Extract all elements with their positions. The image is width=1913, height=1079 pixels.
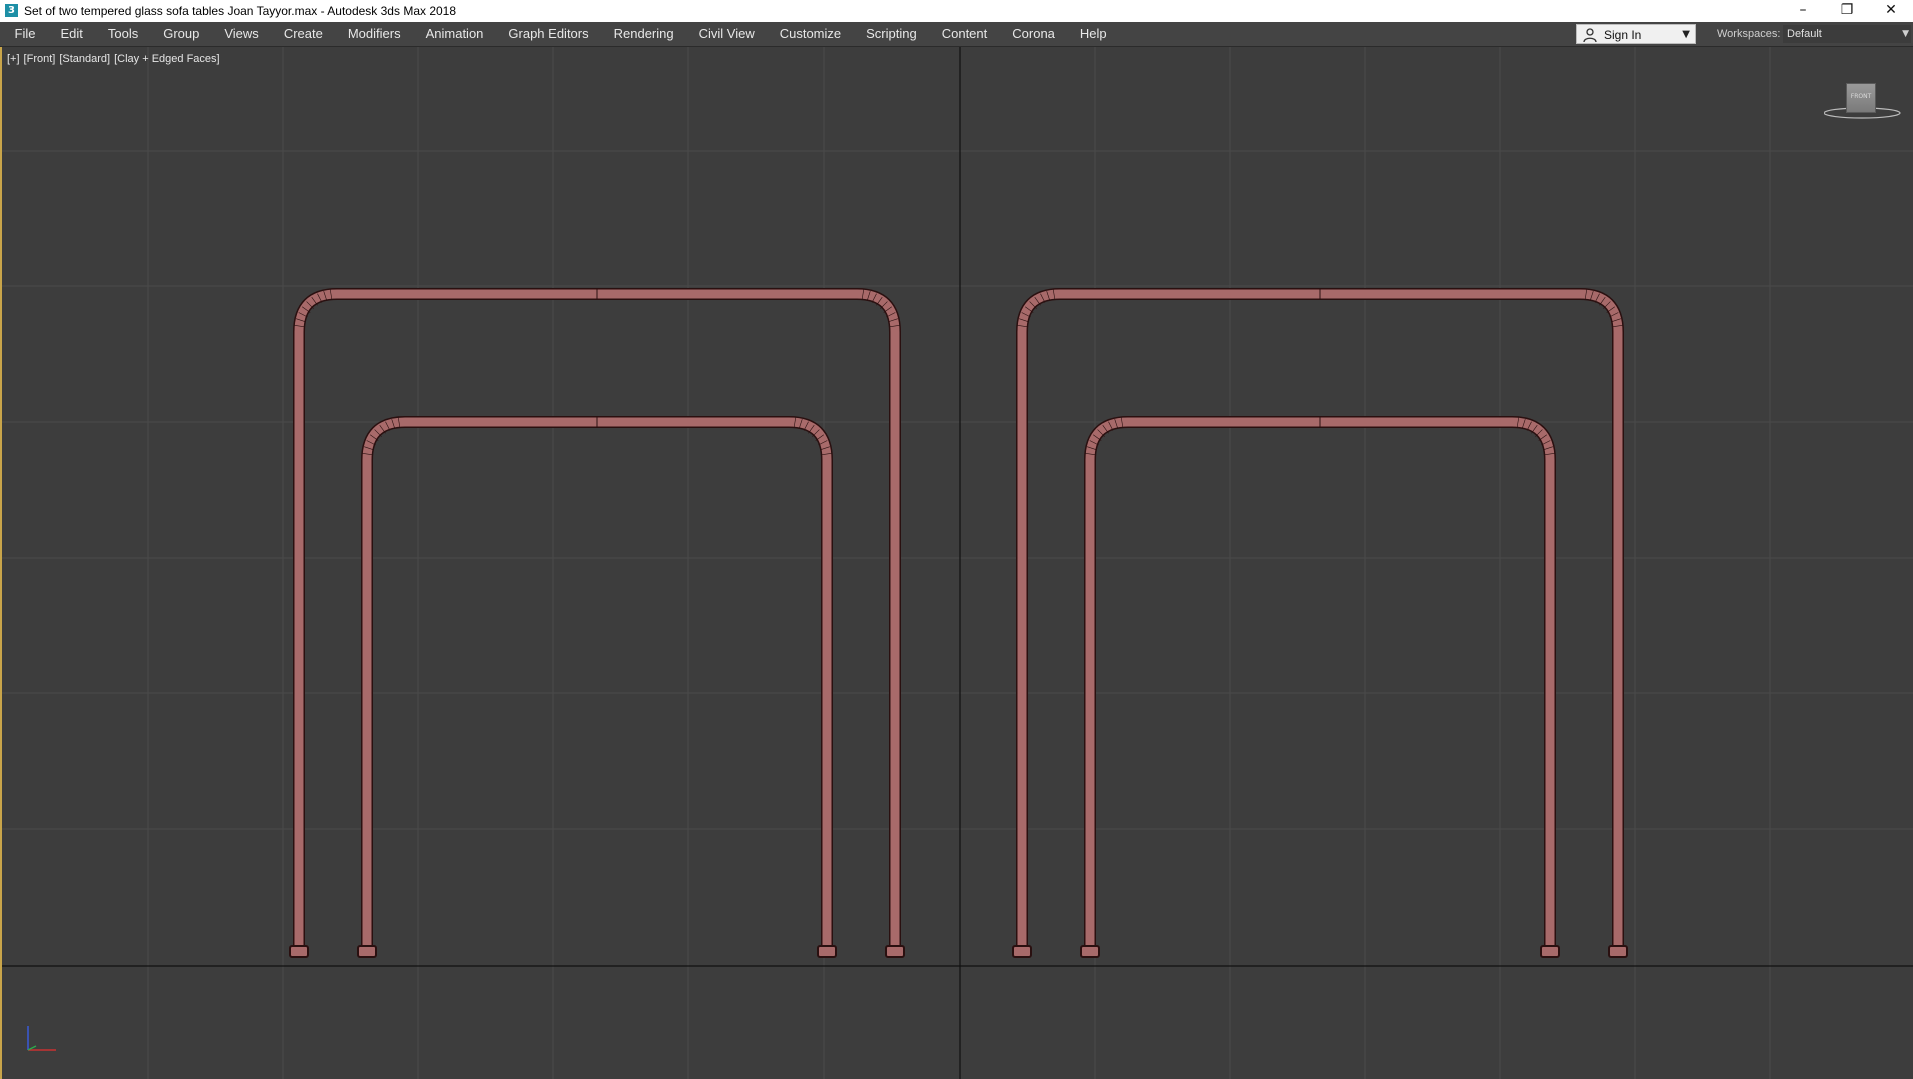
viewcube[interactable]: FRONT [1824, 81, 1904, 131]
main-menu: File Edit Tools Group Views Create Modif… [2, 22, 1119, 46]
menu-views[interactable]: Views [212, 22, 271, 46]
small-table-frame-left [357, 416, 837, 958]
window-title: Set of two tempered glass sofa tables Jo… [24, 4, 457, 18]
menu-group[interactable]: Group [151, 22, 212, 46]
tube-outline [293, 288, 901, 948]
3ds-max-icon[interactable]: 3 [5, 4, 18, 17]
user-icon [1583, 28, 1597, 43]
viewport-menu[interactable]: [+] [7, 53, 20, 65]
menu-animation[interactable]: Animation [413, 22, 496, 46]
table-frames [289, 288, 1628, 958]
viewcube-front-face[interactable]: FRONT [1846, 83, 1876, 113]
frame-foot [817, 945, 837, 958]
menu-modifiers[interactable]: Modifiers [335, 22, 413, 46]
tube-outline [1084, 416, 1556, 948]
viewport-point-of-view[interactable]: [Front] [24, 53, 56, 65]
frame-foot [1608, 945, 1628, 958]
tube-outline [361, 416, 833, 948]
sign-in-dropdown[interactable]: Sign In ▼ [1576, 24, 1696, 44]
title-bar: 3 Set of two tempered glass sofa tables … [0, 0, 1913, 22]
menu-civil-view[interactable]: Civil View [686, 22, 767, 46]
menu-help[interactable]: Help [1067, 22, 1119, 46]
large-table-frame-right [1012, 288, 1628, 958]
close-button[interactable]: ✕ [1869, 0, 1913, 22]
viewport-scene [2, 47, 1913, 1079]
sign-in-label: Sign In [1604, 28, 1642, 42]
frame-foot [885, 945, 905, 958]
menu-customize[interactable]: Customize [767, 22, 853, 46]
workspaces-label: Workspaces: [1717, 28, 1781, 40]
chevron-down-icon: ▼ [1902, 29, 1909, 39]
frame-foot [289, 945, 309, 958]
tube-fill [1085, 417, 1555, 948]
frame-foot [357, 945, 377, 958]
menu-rendering[interactable]: Rendering [601, 22, 686, 46]
workspaces-value: Default [1787, 28, 1822, 40]
menu-create[interactable]: Create [271, 22, 335, 46]
frame-foot [1540, 945, 1560, 958]
tube-fill [1017, 289, 1623, 948]
small-table-frame-right [1080, 416, 1560, 958]
axis-tripod-icon [27, 1026, 56, 1051]
minimize-button[interactable]: – [1781, 0, 1825, 22]
viewport-shading-style[interactable]: [Standard] [59, 53, 110, 65]
chevron-down-icon: ▼ [1682, 29, 1690, 40]
world-axes [2, 47, 1913, 1079]
menu-edit[interactable]: Edit [48, 22, 95, 46]
frame-foot [1012, 945, 1032, 958]
large-table-frame-left [289, 288, 905, 958]
menu-file[interactable]: File [2, 22, 48, 46]
tube-outline [1016, 288, 1624, 948]
front-viewport[interactable]: [+] [Front] [Standard] [Clay + Edged Fac… [0, 47, 1913, 1079]
menu-graph-editors[interactable]: Graph Editors [496, 22, 601, 46]
workspaces-select[interactable]: Default ▼ [1783, 25, 1911, 43]
menu-scripting[interactable]: Scripting [854, 22, 930, 46]
restore-button[interactable]: ❐ [1825, 0, 1869, 22]
menu-content[interactable]: Content [929, 22, 1000, 46]
viewport-label: [+] [Front] [Standard] [Clay + Edged Fac… [7, 53, 220, 65]
menu-tools[interactable]: Tools [95, 22, 150, 46]
tube-fill [362, 417, 832, 948]
viewport-shading[interactable]: [Clay + Edged Faces] [114, 53, 219, 65]
menu-corona[interactable]: Corona [1000, 22, 1068, 46]
viewport-grid [2, 47, 1913, 1079]
frame-foot [1080, 945, 1100, 958]
tube-fill [294, 289, 900, 948]
